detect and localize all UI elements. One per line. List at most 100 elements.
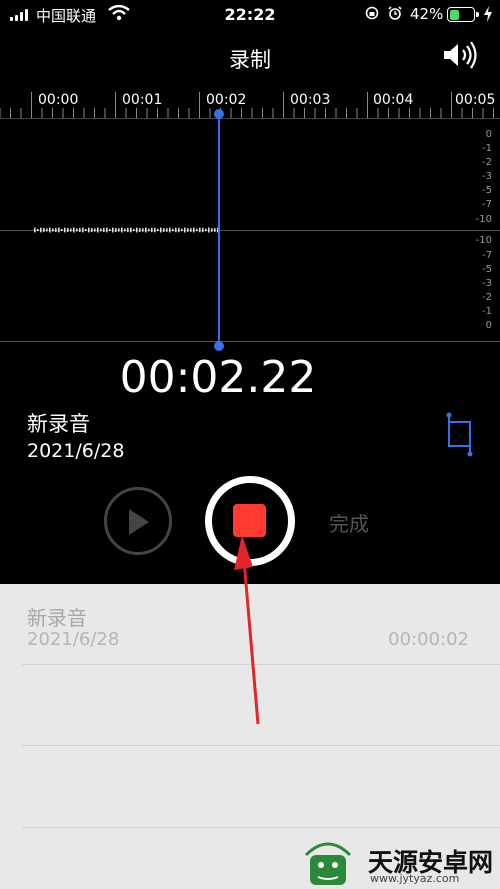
waveform-bar [103, 227, 105, 233]
waveform-bar [79, 227, 81, 233]
waveform-bar [37, 228, 39, 232]
waveform-bar [178, 227, 180, 233]
waveform-bar [121, 227, 123, 233]
db-label: -3 [482, 278, 492, 289]
waveform-bar [46, 228, 48, 232]
waveform-bar [172, 228, 174, 232]
waveform-bar [166, 228, 168, 232]
waveform-bar [208, 227, 210, 233]
watermark-url: www.jytyaz.com [370, 872, 460, 885]
waveform-bar [112, 227, 114, 233]
speaker-icon[interactable] [442, 40, 480, 70]
play-icon [129, 509, 149, 535]
waveform-bar [181, 228, 183, 232]
waveform-bar [139, 228, 141, 232]
charging-icon [484, 6, 492, 22]
playhead-bottom-handle[interactable] [214, 341, 224, 351]
waveform-bar [100, 228, 102, 232]
db-label: -7 [482, 199, 492, 210]
tick-label: 00:02 [206, 92, 247, 108]
annotation-arrow [234, 535, 260, 725]
waveform-bar [85, 228, 87, 232]
waveform-bars [34, 227, 219, 233]
waveform-bar [82, 227, 84, 233]
timeline-ruler[interactable]: 00:00 00:01 00:02 00:03 00:04 00:05 [0, 88, 500, 118]
waveform-bar [148, 228, 150, 232]
waveform-bar [40, 227, 42, 233]
status-bar: 中国联通 22:22 42% [0, 0, 500, 30]
waveform-bar [133, 228, 135, 232]
waveform-bar [115, 228, 117, 232]
db-label: -1 [482, 306, 492, 317]
list-item-name[interactable]: 新录音 [27, 602, 87, 631]
db-label: 0 [485, 320, 492, 331]
waveform-bar [64, 227, 66, 233]
waveform-bar [184, 227, 186, 233]
waveform-bar [67, 227, 69, 233]
waveform-bar [190, 228, 192, 232]
waveform-bottom-line [0, 341, 500, 342]
db-label: 0 [485, 129, 492, 140]
waveform-bar [151, 227, 153, 233]
waveform-bar [202, 227, 204, 233]
waveform-bar [211, 228, 213, 232]
db-label: -7 [482, 250, 492, 261]
list-item-duration: 00:00:02 [388, 629, 469, 650]
tick-label: 00:03 [290, 92, 331, 108]
playhead[interactable] [218, 112, 220, 345]
waveform-bar [160, 227, 162, 233]
waveform-bar [154, 227, 156, 233]
list-separator [22, 827, 500, 828]
playhead-top-handle[interactable] [214, 109, 224, 119]
alarm-icon [388, 6, 402, 20]
db-label: -2 [482, 157, 492, 168]
waveform-bar [52, 228, 54, 232]
waveform-bar [58, 227, 60, 233]
waveform-bar [136, 227, 138, 233]
waveform-bar [106, 227, 108, 233]
battery-icon [447, 7, 475, 22]
watermark-logo [304, 842, 352, 885]
tick-label: 00:05 [455, 92, 496, 108]
tick-label: 00:00 [38, 92, 79, 108]
waveform-area[interactable]: 0 -1 -2 -3 -5 -7 -10 -10 -7 -5 -3 -2 -1 … [0, 119, 500, 341]
waveform-bar [88, 227, 90, 233]
db-label: -10 [475, 214, 492, 225]
waveform-bar [76, 228, 78, 232]
trim-icon[interactable] [442, 410, 476, 458]
recording-name[interactable]: 新录音 [27, 408, 90, 438]
db-label: -5 [482, 185, 492, 196]
battery-percent: 42% [410, 5, 444, 23]
waveform-bar [196, 228, 198, 232]
waveform-bar [109, 228, 111, 232]
rotation-lock-icon [365, 6, 379, 20]
waveform-bar [169, 227, 171, 233]
battery-tip [476, 12, 479, 17]
db-label: -10 [475, 235, 492, 246]
waveform-bar [130, 227, 132, 233]
page-title: 录制 [229, 48, 271, 72]
tick-label: 00:01 [122, 92, 163, 108]
recording-date: 2021/6/28 [27, 440, 125, 462]
waveform-bar [175, 227, 177, 233]
elapsed-timer: 00:02.22 [119, 352, 317, 403]
waveform-bar [145, 227, 147, 233]
waveform-bar [61, 228, 63, 232]
db-label: -2 [482, 292, 492, 303]
waveform-bar [127, 227, 129, 233]
waveform-bar [70, 228, 72, 232]
waveform-bar [94, 228, 96, 232]
list-item-date: 2021/6/28 [27, 629, 120, 650]
waveform-bar [34, 227, 36, 233]
waveform-bar [97, 227, 99, 233]
db-label: -3 [482, 171, 492, 182]
waveform-bar [91, 227, 93, 233]
db-label: -5 [482, 264, 492, 275]
done-button[interactable]: 完成 [329, 508, 369, 537]
waveform-bar [55, 227, 57, 233]
battery-level [449, 9, 459, 20]
waveform-bar [163, 228, 165, 232]
waveform-bar [199, 227, 201, 233]
waveform-bar [214, 228, 216, 232]
tick-label: 00:04 [373, 92, 414, 108]
